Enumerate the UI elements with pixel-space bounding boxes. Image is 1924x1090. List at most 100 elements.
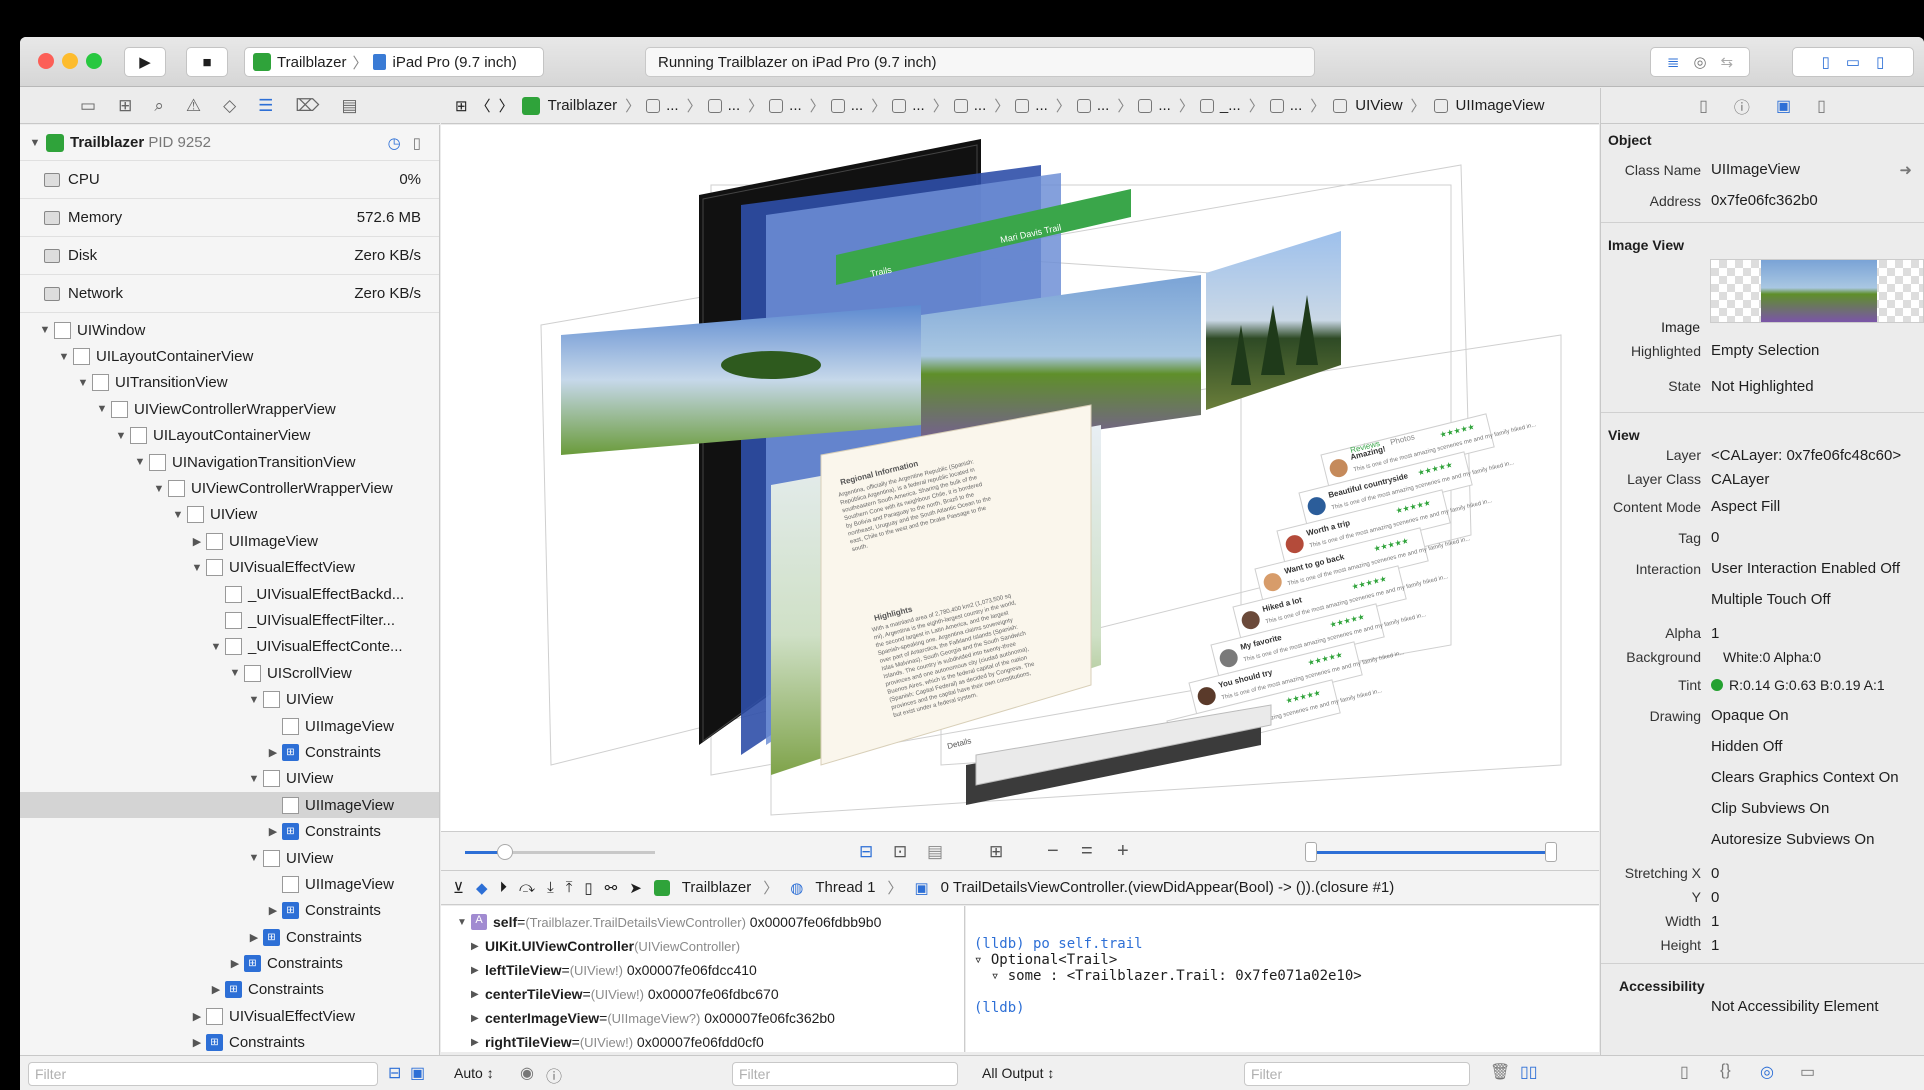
utilities-toggle-icon[interactable]: ▯ xyxy=(1876,53,1884,71)
disclosure-closed-icon[interactable]: ▶ xyxy=(471,1013,485,1024)
disclosure-open-icon[interactable]: ▼ xyxy=(457,917,471,928)
tree-row[interactable]: ▼ UIView xyxy=(20,502,439,528)
debug-toggle-icon[interactable]: ▭ xyxy=(1846,53,1860,71)
disclosure-closed-icon[interactable]: ▶ xyxy=(190,1010,204,1023)
disclosure-closed-icon[interactable]: ▶ xyxy=(209,983,223,996)
related-items-icon[interactable]: ⊞ xyxy=(455,97,468,115)
breadcrumb-segment[interactable]: 〉... xyxy=(994,95,1048,116)
info-icon[interactable]: ⓘ xyxy=(546,1063,562,1087)
tree-row[interactable]: ▶ ⊞ Constraints xyxy=(20,818,439,844)
disclosure-closed-icon[interactable]: ▶ xyxy=(266,904,280,917)
breadcrumb-segment[interactable]: 〉... xyxy=(1249,95,1303,116)
step-into-icon[interactable]: ⤓ xyxy=(547,879,554,896)
disclosure-open-icon[interactable]: ▼ xyxy=(228,667,242,679)
split-view-icon[interactable]: ▯▯ xyxy=(1520,1062,1538,1082)
disclosure-closed-icon[interactable]: ▶ xyxy=(471,941,485,952)
tree-row[interactable]: ▼ UIViewControllerWrapperView xyxy=(20,475,439,501)
tree-row[interactable]: ▼ UIView xyxy=(20,686,439,712)
disclosure-closed-icon[interactable]: ▶ xyxy=(228,957,242,970)
standard-editor-icon[interactable]: ≣ xyxy=(1667,53,1680,71)
tree-row[interactable]: ▼ UIVisualEffectView xyxy=(20,555,439,581)
disclosure-closed-icon[interactable]: ▶ xyxy=(471,989,485,1000)
tree-row[interactable]: ▶ UIImageView xyxy=(20,528,439,554)
warning-icon[interactable]: ⚠ xyxy=(186,96,201,116)
show-clipped-icon[interactable]: ⊟ xyxy=(859,842,873,862)
disclosure-open-icon[interactable]: ▼ xyxy=(152,483,166,495)
memory-graph-icon[interactable]: ⚯ xyxy=(605,879,618,897)
zoom-button[interactable] xyxy=(86,53,102,69)
run-button[interactable]: ▶ xyxy=(124,47,166,77)
scheme-selector[interactable]: Trailblazer 〉 iPad Pro (9.7 inch) xyxy=(244,47,544,77)
gauge-cpu[interactable]: CPU 0% xyxy=(20,161,439,199)
step-over-icon[interactable]: ⤼ xyxy=(519,879,535,896)
breadcrumb-view[interactable]: UIView xyxy=(1355,97,1402,114)
variable-row[interactable]: ▶ leftTileView = (UIView!) 0x00007fe06fdc… xyxy=(441,958,964,982)
zoom-reset-icon[interactable]: = xyxy=(1081,840,1093,863)
tree-row[interactable]: ▶ UIVisualEffectView xyxy=(20,1003,439,1029)
symbol-icon[interactable]: ⊞ xyxy=(118,96,132,116)
media-library-icon[interactable]: ▭ xyxy=(1800,1062,1815,1082)
disclosure-open-icon[interactable]: ▼ xyxy=(190,562,204,574)
navigate-arrow-icon[interactable]: ➜ xyxy=(1899,161,1912,179)
breadcrumb-segment[interactable]: 〉... xyxy=(871,95,925,116)
range-slider[interactable] xyxy=(1305,842,1557,862)
code-snippet-icon[interactable]: {} xyxy=(1720,1062,1731,1080)
hide-debug-icon[interactable]: ⊻ xyxy=(453,879,464,897)
disclosure-closed-icon[interactable]: ▶ xyxy=(247,931,261,944)
tree-row[interactable]: ▶ ⊞ Constraints xyxy=(20,950,439,976)
tree-row[interactable]: ▼ UILayoutContainerView xyxy=(20,343,439,369)
tree-row[interactable]: ▼ UILayoutContainerView xyxy=(20,423,439,449)
stop-button[interactable]: ■ xyxy=(186,47,228,77)
trash-icon[interactable]: 🗑 xyxy=(1490,1062,1510,1082)
tree-row[interactable]: ▶ ⊞ Constraints xyxy=(20,1030,439,1055)
object-library-icon[interactable]: ◎ xyxy=(1760,1062,1774,1082)
breakpoint-icon[interactable]: ⌦ xyxy=(295,96,319,116)
breadcrumb-segment[interactable]: 〉... xyxy=(810,95,864,116)
console[interactable]: (lldb) po self.trail ▿ Optional<Trail> ▿… xyxy=(966,906,1599,1052)
tree-row[interactable]: ▼ _UIVisualEffectConte... xyxy=(20,634,439,660)
frames-icon[interactable]: ⊡ xyxy=(893,842,907,862)
variable-row[interactable]: ▼ Aself = (Trailblazer.TrailDetailsViewCo… xyxy=(441,910,964,934)
all-output-popup[interactable]: All Output ↕ xyxy=(982,1065,1054,1081)
step-out-icon[interactable]: ⤒ xyxy=(566,879,573,896)
tree-row[interactable]: UIImageView xyxy=(20,792,439,819)
breadcrumb-segment[interactable]: 〉... xyxy=(625,95,679,116)
breadcrumb-segment[interactable]: 〉... xyxy=(1117,95,1171,116)
disclosure-open-icon[interactable]: ▼ xyxy=(133,456,147,468)
breadcrumb-app[interactable]: Trailblazer xyxy=(548,97,617,114)
layers-icon[interactable]: ▤ xyxy=(927,842,943,862)
breadcrumb-segment[interactable]: 〉... xyxy=(933,95,987,116)
test-icon[interactable]: ◇ xyxy=(223,96,236,116)
disclosure-closed-icon[interactable]: ▶ xyxy=(471,1037,485,1048)
disclosure-open-icon[interactable]: ▼ xyxy=(114,430,128,442)
size-inspector-icon[interactable]: ▯ xyxy=(1817,96,1826,116)
variable-row[interactable]: ▶ UIKit.UIViewController (UIViewControlle… xyxy=(441,934,964,958)
navigator-filter[interactable]: Filter xyxy=(28,1062,378,1086)
tree-row[interactable]: ▼ UITransitionView xyxy=(20,370,439,396)
disclosure-open-icon[interactable]: ▼ xyxy=(38,324,52,336)
forward-arrow-icon[interactable]: 〉 xyxy=(499,95,514,116)
editor-mode-group[interactable]: ≣ ◎ ⇆ xyxy=(1650,47,1750,77)
view-options-icon[interactable]: ▯ xyxy=(413,134,421,152)
variables-filter[interactable]: Filter xyxy=(732,1062,958,1086)
minimize-button[interactable] xyxy=(62,53,78,69)
navigator-toggle-icon[interactable]: ▯ xyxy=(1822,53,1830,71)
breadcrumb-segment[interactable]: 〉... xyxy=(687,95,741,116)
breadcrumb-segment[interactable]: 〉... xyxy=(748,95,802,116)
filter-option-2-icon[interactable]: ▣ xyxy=(410,1063,425,1083)
filter-option-icon[interactable]: ⊟ xyxy=(388,1063,401,1083)
gauge-memory[interactable]: Memory 572.6 MB xyxy=(20,199,439,237)
disclosure-icon[interactable]: ▼ xyxy=(28,137,42,149)
tree-row[interactable]: _UIVisualEffectBackd... xyxy=(20,581,439,607)
tree-row[interactable]: ▼ UIViewControllerWrapperView xyxy=(20,396,439,422)
view-debugger-canvas[interactable]: Trails Mari Davis Trail Regional Informa… xyxy=(441,125,1599,831)
process-header[interactable]: ▼ Trailblazer PID 9252 ◷ ▯ xyxy=(20,125,439,161)
disclosure-closed-icon[interactable]: ▶ xyxy=(471,965,485,976)
zoom-out-icon[interactable]: − xyxy=(1047,840,1059,863)
disclosure-closed-icon[interactable]: ▶ xyxy=(190,1036,204,1049)
tree-row[interactable]: UIImageView xyxy=(20,713,439,739)
assistant-editor-icon[interactable]: ◎ xyxy=(1693,53,1706,71)
tree-row[interactable]: ▼ UIScrollView xyxy=(20,660,439,686)
search-icon[interactable]: ⌕ xyxy=(154,96,164,116)
tree-row[interactable]: ▼ UIView xyxy=(20,845,439,871)
